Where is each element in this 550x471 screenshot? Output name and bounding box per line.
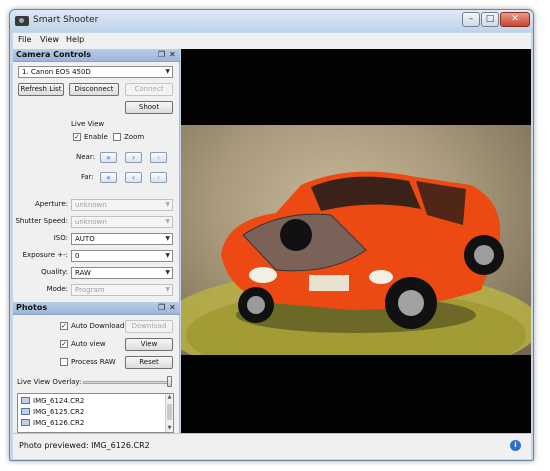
close-icon[interactable]: ✕ [169, 50, 176, 59]
menu-bar: File View Help [13, 33, 531, 49]
shutter-speed-label: Shutter Speed: [15, 217, 68, 225]
overlay-label: Live View Overlay: [17, 378, 82, 386]
status-text: Photo previewed: IMG_6126.CR2 [19, 441, 150, 450]
camera-icon [15, 16, 29, 26]
list-item[interactable]: IMG_6126.CR2 [21, 418, 84, 428]
file-list-scrollbar[interactable]: ▲ ▼ [165, 394, 173, 432]
chevron-down-icon: ▼ [165, 68, 170, 75]
photos-title: Photos [16, 303, 48, 312]
camera-select[interactable]: 1. Canon EOS 450D ▼ [18, 66, 173, 78]
maximize-button[interactable]: □ [481, 12, 499, 27]
auto-view-label: Auto view [71, 340, 106, 348]
zoom-checkbox[interactable] [113, 133, 121, 141]
far-label: Far: [81, 173, 94, 181]
image-file-icon [21, 397, 30, 404]
reset-button[interactable]: Reset [125, 356, 173, 369]
enable-label: Enable [84, 133, 108, 141]
photos-header: Photos ❐ ✕ [13, 302, 180, 315]
exposure-value: 0 [75, 252, 80, 260]
quality-value: RAW [75, 269, 91, 277]
small-left-arrow-icon[interactable]: ‹ [150, 172, 167, 183]
iso-select[interactable]: AUTO ▼ [71, 233, 173, 245]
chevron-down-icon: ▼ [165, 252, 170, 259]
pin-icon[interactable]: ❐ [158, 303, 165, 312]
camera-controls-header: Camera Controls ❐ ✕ [13, 49, 180, 62]
camera-controls-title: Camera Controls [16, 50, 91, 59]
file-list: IMG_6124.CR2 IMG_6125.CR2 IMG_6126.CR2 ▲… [17, 393, 174, 433]
list-item[interactable]: IMG_6125.CR2 [21, 407, 84, 417]
list-item[interactable]: IMG_6124.CR2 [21, 396, 84, 406]
fast-right-arrow-icon[interactable]: » [100, 152, 117, 163]
image-file-icon [21, 419, 30, 426]
left-panel: Camera Controls ❐ ✕ 1. Canon EOS 450D ▼ … [13, 49, 180, 433]
iso-value: AUTO [75, 235, 95, 243]
chevron-down-icon: ▼ [165, 269, 170, 276]
small-right-arrow-icon[interactable]: › [150, 152, 167, 163]
mode-label: Mode: [46, 285, 68, 293]
left-arrow-icon[interactable]: ‹ [125, 172, 142, 183]
auto-view-checkbox[interactable]: ✓ [60, 340, 68, 348]
aperture-select[interactable]: unknown ▼ [71, 199, 173, 211]
view-button[interactable]: View [125, 338, 173, 351]
process-raw-label: Process RAW [71, 358, 116, 366]
overlay-slider-thumb[interactable] [167, 376, 172, 387]
fast-left-arrow-icon[interactable]: « [100, 172, 117, 183]
shoot-button[interactable]: Shoot [125, 101, 173, 114]
menu-view[interactable]: View [40, 35, 59, 44]
exposure-label: Exposure +-: [22, 251, 68, 259]
download-button[interactable]: Download [125, 320, 173, 333]
aperture-label: Aperture: [35, 200, 68, 208]
right-arrow-icon[interactable]: › [125, 152, 142, 163]
chevron-down-icon: ▼ [165, 218, 170, 225]
iso-label: ISO: [53, 234, 68, 242]
mode-select[interactable]: Program ▼ [71, 284, 173, 296]
auto-download-label: Auto Download [71, 322, 125, 330]
file-name: IMG_6125.CR2 [33, 408, 85, 416]
near-label: Near: [76, 153, 95, 161]
status-bar: Photo previewed: IMG_6126.CR2 i [13, 433, 531, 459]
chevron-down-icon: ▼ [165, 201, 170, 208]
auto-download-checkbox[interactable]: ✓ [60, 322, 68, 330]
aperture-value: unknown [75, 201, 107, 209]
camera-select-value: 1. Canon EOS 450D [22, 68, 91, 76]
shutter-speed-select[interactable]: unknown ▼ [71, 216, 173, 228]
exposure-select[interactable]: 0 ▼ [71, 250, 173, 262]
menu-file[interactable]: File [18, 35, 31, 44]
scroll-down-icon[interactable]: ▼ [166, 425, 173, 432]
zoom-label: Zoom [124, 133, 145, 141]
process-raw-checkbox[interactable] [60, 358, 68, 366]
scroll-thumb[interactable] [167, 404, 172, 420]
live-view-heading: Live View [71, 120, 105, 128]
chevron-down-icon: ▼ [165, 235, 170, 242]
window-title: Smart Shooter [33, 15, 99, 25]
refresh-list-button[interactable]: Refresh List [18, 83, 64, 96]
enable-checkbox[interactable]: ✓ [73, 133, 81, 141]
quality-select[interactable]: RAW ▼ [71, 267, 173, 279]
preview-image [181, 125, 531, 355]
image-file-icon [21, 408, 30, 415]
mode-value: Program [75, 286, 105, 294]
shutter-speed-value: unknown [75, 218, 107, 226]
info-icon[interactable]: i [510, 440, 521, 451]
toy-car-photo [181, 171, 531, 355]
close-button[interactable]: ✕ [500, 12, 530, 27]
live-view-panel [181, 49, 531, 433]
overlay-slider[interactable] [83, 381, 171, 384]
chevron-down-icon: ▼ [165, 286, 170, 293]
connect-button[interactable]: Connect [125, 83, 173, 96]
file-name: IMG_6126.CR2 [33, 419, 85, 427]
quality-label: Quality: [41, 268, 68, 276]
close-icon[interactable]: ✕ [169, 303, 176, 312]
minimize-button[interactable]: – [462, 12, 480, 27]
scroll-up-icon[interactable]: ▲ [166, 394, 173, 401]
disconnect-button[interactable]: Disconnect [69, 83, 119, 96]
app-window: Smart Shooter – □ ✕ File View Help Camer… [9, 9, 534, 461]
pin-icon[interactable]: ❐ [158, 50, 165, 59]
file-name: IMG_6124.CR2 [33, 397, 85, 405]
menu-help[interactable]: Help [66, 35, 84, 44]
title-bar[interactable]: Smart Shooter – □ ✕ [10, 10, 533, 32]
